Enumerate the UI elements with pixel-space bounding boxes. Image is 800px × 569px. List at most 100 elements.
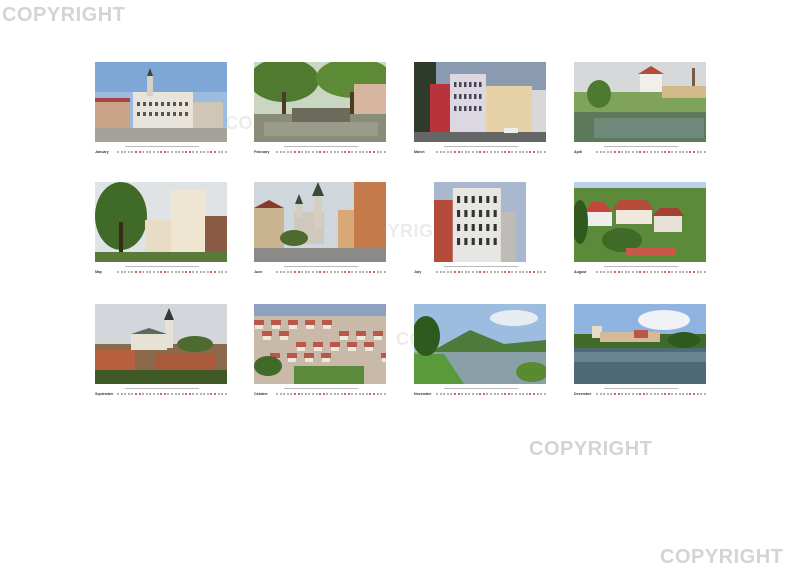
day-dot — [453, 393, 456, 395]
day-dot — [156, 151, 159, 153]
day-dot — [192, 393, 195, 395]
day-dot — [596, 271, 598, 273]
day-dot — [160, 393, 163, 395]
calendar-page-2[interactable]: February — [254, 62, 388, 162]
photo-caption-line — [125, 146, 199, 147]
day-dot — [145, 393, 148, 395]
calendar-page-4[interactable]: April — [574, 62, 708, 162]
day-dot — [138, 271, 141, 273]
day-dot — [446, 151, 449, 153]
day-dot — [170, 271, 173, 273]
day-dot — [540, 393, 543, 395]
calendar-page-6[interactable]: June — [254, 182, 388, 282]
day-dot — [304, 393, 307, 395]
day-dot — [152, 151, 155, 153]
calendar-page-10[interactable]: October — [254, 304, 388, 404]
day-dot — [283, 271, 286, 273]
day-dot — [613, 393, 616, 395]
copyright-watermark-bottom-right: COPYRIGHT — [660, 546, 784, 568]
day-dot — [333, 151, 336, 153]
day-dot — [468, 393, 471, 395]
month-label: February — [254, 150, 270, 154]
calendar-photo — [95, 62, 227, 142]
month-day-strip: March — [414, 149, 546, 155]
calendar-page-9[interactable]: September — [95, 304, 229, 404]
day-dot — [653, 393, 656, 395]
day-dot — [376, 393, 379, 395]
day-markers — [115, 391, 227, 397]
day-dot — [163, 151, 166, 153]
day-dot — [453, 271, 456, 273]
day-dot — [297, 151, 300, 153]
photo-caption-line — [604, 266, 678, 267]
day-dot — [283, 393, 286, 395]
day-dot — [468, 151, 471, 153]
day-dot — [461, 271, 464, 273]
day-dot — [290, 151, 293, 153]
day-dot — [657, 151, 660, 153]
calendar-page-8[interactable]: August — [574, 182, 708, 282]
month-label: May — [95, 270, 102, 274]
day-dot — [603, 271, 606, 273]
day-dot — [117, 271, 119, 273]
day-dot — [152, 271, 155, 273]
day-dot — [443, 151, 446, 153]
day-dot — [703, 393, 706, 395]
calendar-page-12[interactable]: December — [574, 304, 708, 404]
day-markers — [594, 149, 706, 155]
day-markers — [274, 391, 386, 397]
day-dot — [667, 393, 670, 395]
month-label: June — [254, 270, 263, 274]
day-dot — [443, 271, 446, 273]
day-dot — [642, 393, 645, 395]
day-markers — [434, 391, 546, 397]
day-dot — [489, 271, 492, 273]
day-dot — [667, 271, 670, 273]
day-dot — [124, 271, 127, 273]
day-dot — [682, 271, 685, 273]
calendar-page-7[interactable]: July — [414, 182, 548, 282]
day-dot — [606, 393, 609, 395]
day-dot — [540, 271, 543, 273]
day-dot — [178, 393, 181, 395]
day-dot — [635, 393, 638, 395]
day-dot — [286, 271, 289, 273]
calendar-photo — [414, 62, 546, 142]
day-dot — [326, 393, 329, 395]
day-dot — [646, 271, 649, 273]
day-dot — [167, 151, 170, 153]
day-dot — [639, 271, 642, 273]
day-dot — [682, 151, 685, 153]
calendar-page-3[interactable]: March — [414, 62, 548, 162]
day-dot — [504, 271, 507, 273]
day-dot — [603, 393, 606, 395]
day-markers — [594, 391, 706, 397]
day-dot — [276, 271, 278, 273]
day-markers — [434, 269, 546, 275]
photo-caption-line — [604, 146, 678, 147]
day-dot — [224, 151, 227, 153]
copyright-watermark-top-left: COPYRIGHT — [2, 4, 126, 26]
day-dot — [642, 271, 645, 273]
calendar-page-1[interactable]: January — [95, 62, 229, 162]
day-dot — [167, 271, 170, 273]
day-dot — [322, 151, 325, 153]
day-dot — [221, 271, 224, 273]
day-dot — [344, 271, 347, 273]
day-dot — [660, 393, 663, 395]
day-dot — [290, 271, 293, 273]
day-dot — [497, 151, 500, 153]
day-dot — [660, 271, 663, 273]
day-dot — [518, 393, 521, 395]
calendar-page-5[interactable]: May — [95, 182, 229, 282]
day-dot — [457, 271, 460, 273]
day-markers — [434, 149, 546, 155]
day-dot — [145, 271, 148, 273]
day-dot — [693, 151, 696, 153]
month-day-strip: October — [254, 391, 386, 397]
day-dot — [337, 271, 340, 273]
calendar-page-11[interactable]: November — [414, 304, 548, 404]
day-dot — [127, 271, 130, 273]
day-dot — [461, 151, 464, 153]
day-dot — [160, 271, 163, 273]
